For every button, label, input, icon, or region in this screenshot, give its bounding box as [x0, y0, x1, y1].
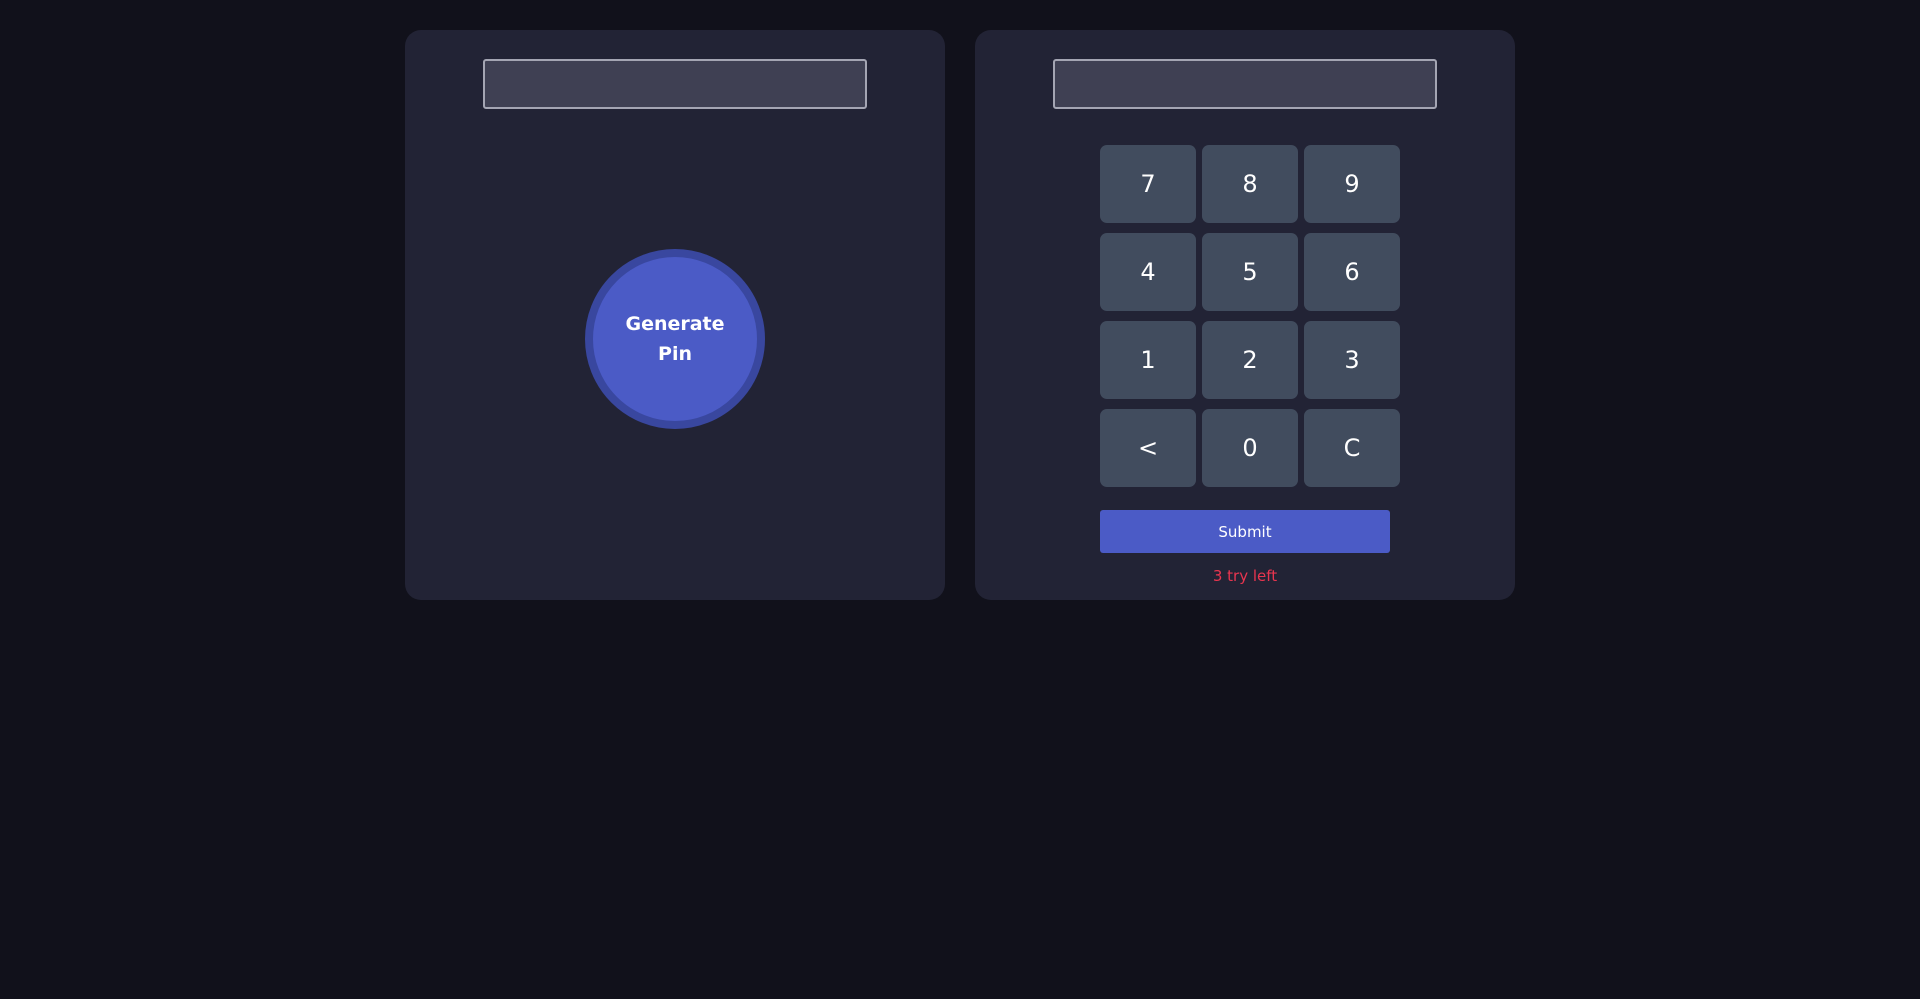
key-0[interactable]: 0	[1202, 409, 1298, 487]
generate-pin-button[interactable]: Generate Pin	[585, 249, 765, 429]
tries-left-text: 3 try left	[1212, 567, 1278, 585]
key-9[interactable]: 9	[1304, 145, 1400, 223]
key-6[interactable]: 6	[1304, 233, 1400, 311]
key-2[interactable]: 2	[1202, 321, 1298, 399]
generator-panel: Generate Pin	[405, 30, 945, 600]
key-5[interactable]: 5	[1202, 233, 1298, 311]
submit-button[interactable]: Submit	[1100, 510, 1390, 553]
pin-entry-panel: 7 8 9 4 5 6 1 2 3 < 0 C Submit 3 try lef…	[975, 30, 1515, 600]
key-7[interactable]: 7	[1100, 145, 1196, 223]
generate-pin-label: Generate Pin	[625, 313, 725, 365]
keypad: 7 8 9 4 5 6 1 2 3 < 0 C	[1100, 145, 1400, 487]
typed-pin-display[interactable]	[1053, 59, 1437, 109]
clear-key[interactable]: C	[1304, 409, 1400, 487]
key-8[interactable]: 8	[1202, 145, 1298, 223]
key-4[interactable]: 4	[1100, 233, 1196, 311]
app-container: Generate Pin 7 8 9 4 5 6 1 2 3 < 0 C Sub…	[405, 30, 1515, 600]
key-3[interactable]: 3	[1304, 321, 1400, 399]
generated-pin-display[interactable]	[483, 59, 867, 109]
key-1[interactable]: 1	[1100, 321, 1196, 399]
backspace-key[interactable]: <	[1100, 409, 1196, 487]
